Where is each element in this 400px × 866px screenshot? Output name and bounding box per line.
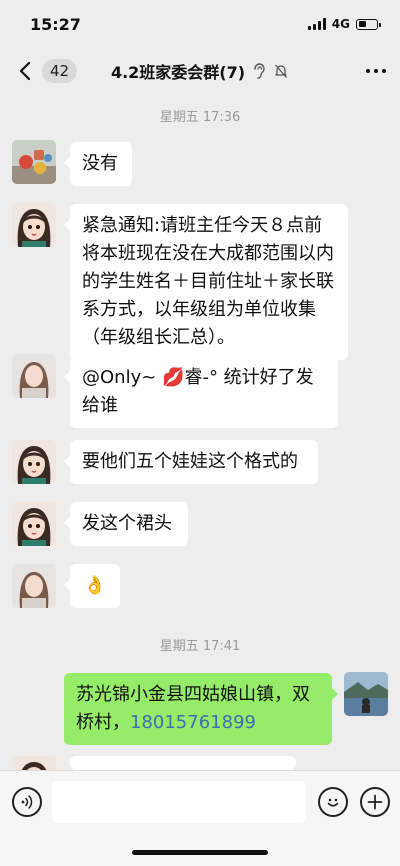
network-label: 4G — [331, 17, 350, 31]
chat-title[interactable]: 4.2班家委会群(7) — [111, 59, 245, 83]
battery-fill — [358, 21, 367, 27]
more-options-icon[interactable] — [296, 69, 386, 73]
ear-icon — [251, 63, 267, 79]
chat-title-group[interactable]: 4.2班家委会群(7) — [111, 59, 289, 83]
chevron-left-icon[interactable] — [14, 60, 36, 82]
plus-icon[interactable] — [360, 787, 390, 817]
cartoon-girl-avatar[interactable] — [12, 502, 56, 546]
my-message-bubble[interactable]: 苏光锦小金县四姑娘山镇，双桥村，18015761899 — [64, 673, 338, 745]
chat-header: 42 4.2班家委会群(7) — [0, 48, 400, 94]
message-bubble[interactable]: 紧急通知:请班主任今天８点前将本班现在没在大成都范围以内的学生姓名＋目前住址＋家… — [64, 204, 348, 360]
girl-photo-avatar[interactable] — [12, 564, 56, 608]
status-indicators: 4G — [307, 17, 381, 31]
emoji-icon[interactable] — [318, 787, 348, 817]
mute-bell-icon — [273, 63, 289, 79]
cartoon-girl-avatar[interactable] — [12, 440, 56, 484]
message-bubble[interactable]: 没有 — [64, 142, 132, 186]
voice-icon[interactable] — [12, 787, 42, 817]
signal-icon — [307, 18, 326, 30]
back-button[interactable]: 42 — [14, 59, 104, 83]
message-bubble[interactable]: 发这个裙头 — [64, 502, 188, 546]
girl-photo-avatar[interactable] — [12, 354, 56, 398]
message-input[interactable] — [52, 781, 306, 823]
cartoon-girl-avatar[interactable] — [12, 203, 56, 247]
message-bubble[interactable]: 要他们五个娃娃这个格式的 — [64, 440, 318, 484]
home-indicator — [132, 850, 268, 855]
time-separator: 星期五 17:36 — [159, 110, 241, 125]
status-bar: 15:27 4G — [0, 0, 400, 48]
unread-count-badge[interactable]: 42 — [42, 59, 78, 83]
battery-icon — [356, 18, 381, 30]
toys-avatar[interactable] — [12, 140, 56, 184]
message-bubble[interactable] — [64, 756, 296, 783]
lake-photo-avatar[interactable] — [344, 672, 388, 716]
status-time: 15:27 — [30, 14, 81, 34]
time-separator: 星期五 17:41 — [159, 639, 241, 654]
message-bubble[interactable]: 👌 — [64, 564, 120, 608]
message-bubble[interactable]: @Only~ 💋睿-° 统计好了发给谁 — [64, 356, 338, 428]
cartoon-girl-avatar[interactable] — [12, 756, 56, 770]
phone-number-link[interactable]: 18015761899 — [130, 712, 256, 733]
